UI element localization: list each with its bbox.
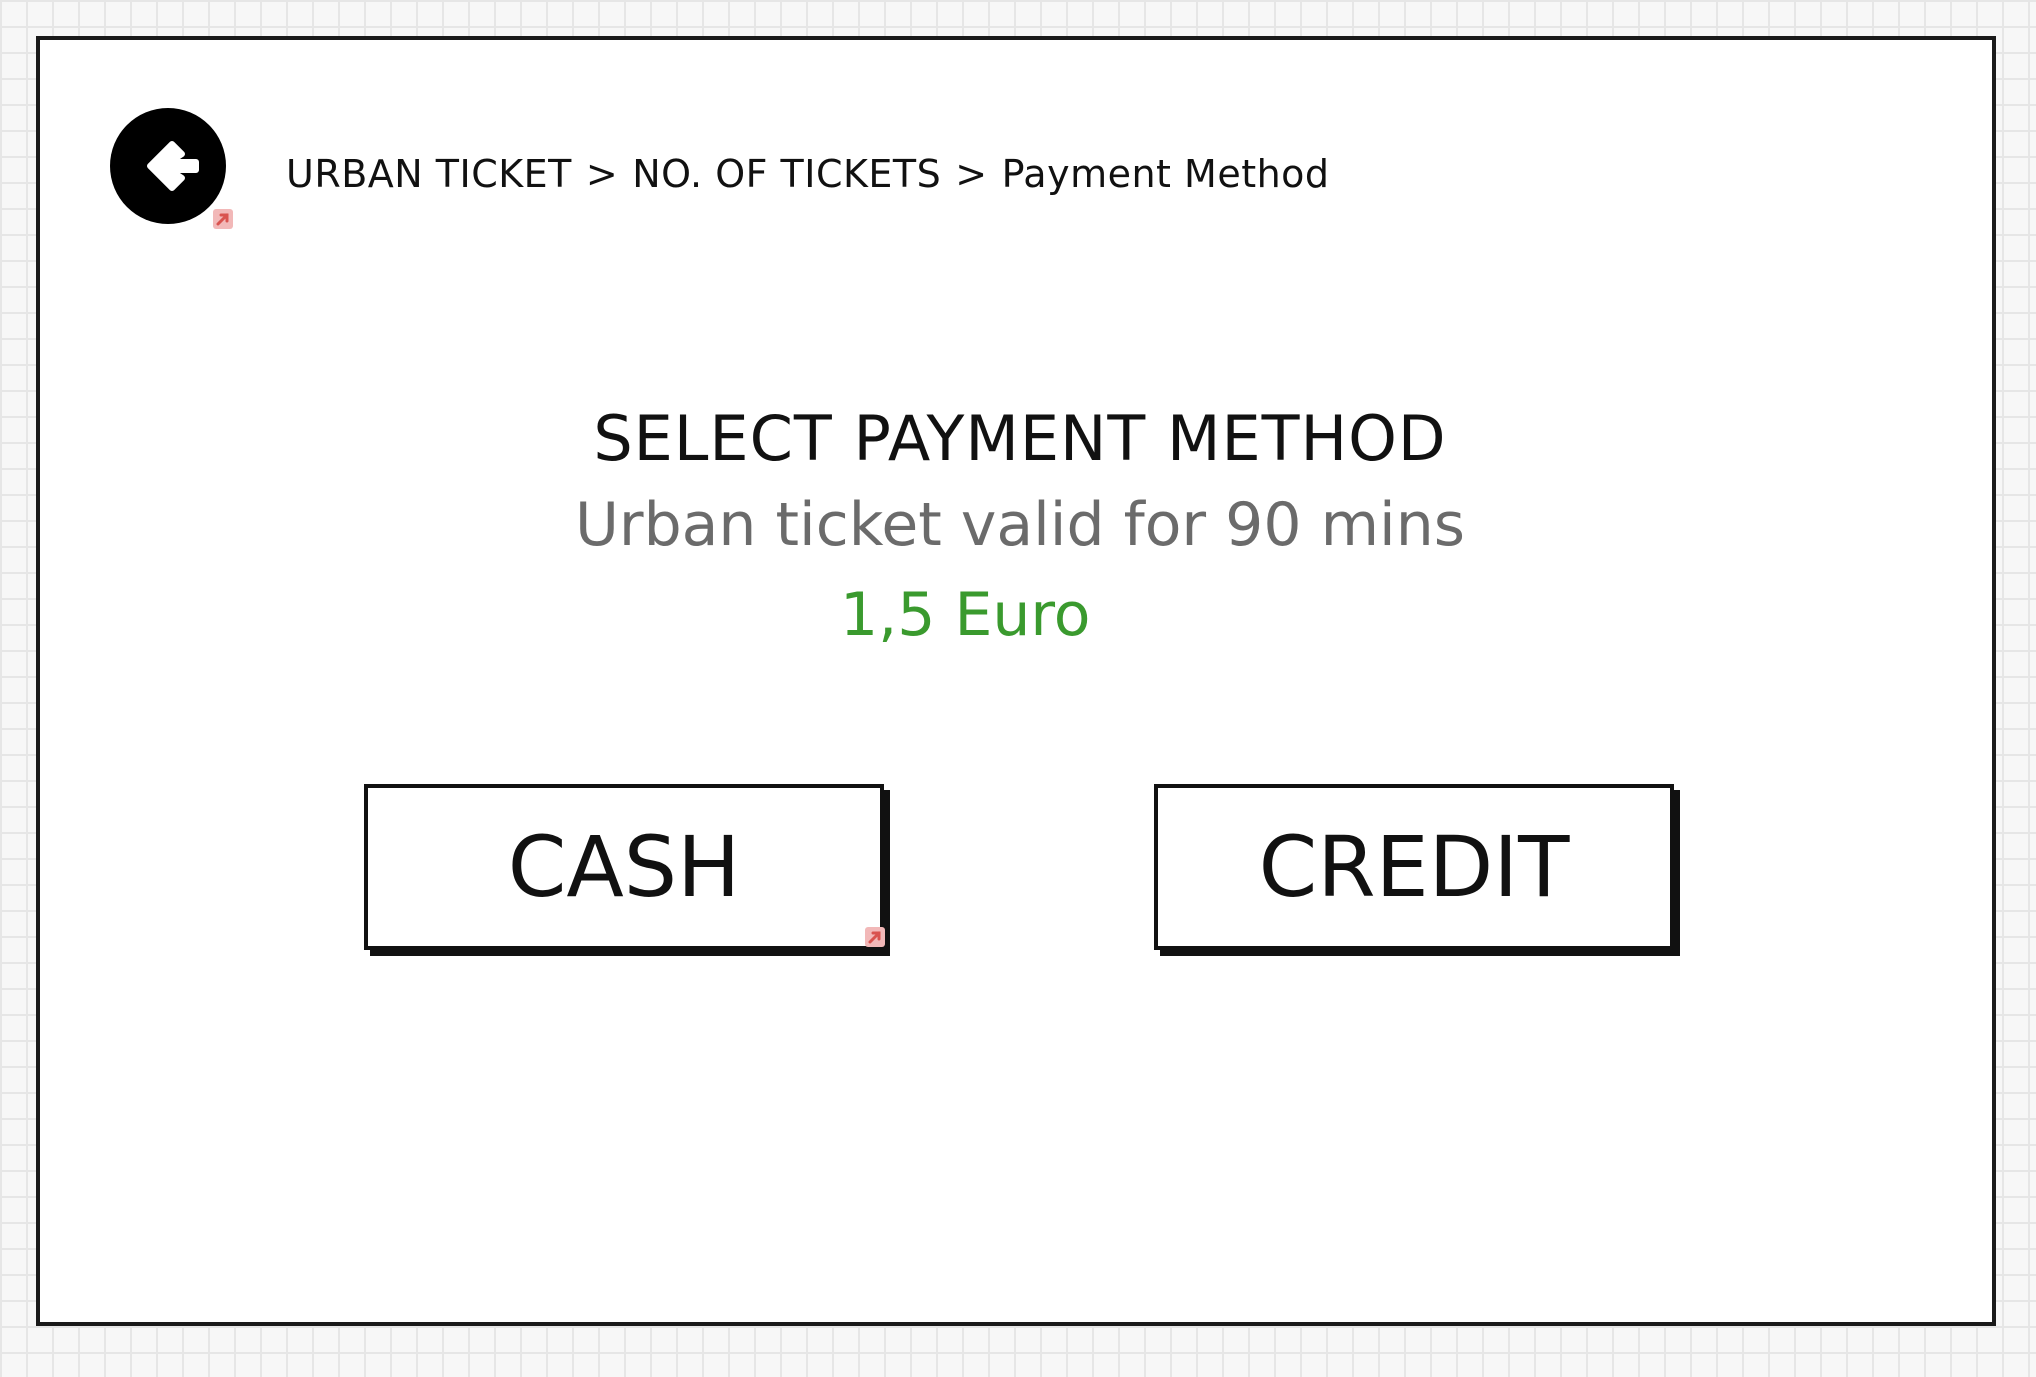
breadcrumb-item-no-of-tickets[interactable]: NO. OF TICKETS	[632, 152, 941, 196]
page-title: SELECT PAYMENT METHOD	[593, 402, 1447, 475]
arrow-left-circle-icon	[147, 141, 199, 191]
back-button[interactable]	[110, 108, 226, 224]
cash-button[interactable]: CASH	[364, 784, 884, 950]
breadcrumb-item-urban-ticket[interactable]: URBAN TICKET	[286, 152, 572, 196]
breadcrumb-separator: >	[585, 152, 619, 196]
link-indicator-icon	[864, 926, 886, 948]
breadcrumb-item-payment-method: Payment Method	[1001, 152, 1330, 196]
credit-button[interactable]: CREDIT	[1154, 784, 1674, 950]
link-indicator-icon	[212, 208, 234, 230]
breadcrumb-separator: >	[955, 152, 988, 196]
ticket-description: Urban ticket valid for 90 mins	[574, 490, 1465, 560]
credit-button-label: CREDIT	[1258, 818, 1570, 916]
cash-button-label: CASH	[507, 818, 741, 916]
ticket-price: 1,5 Euro	[840, 580, 1091, 650]
kiosk-screen: URBAN TICKET > NO. OF TICKETS > Payment Meth…	[36, 36, 1996, 1326]
breadcrumb: URBAN TICKET > NO. OF TICKETS > Payment Meth…	[286, 152, 1330, 196]
